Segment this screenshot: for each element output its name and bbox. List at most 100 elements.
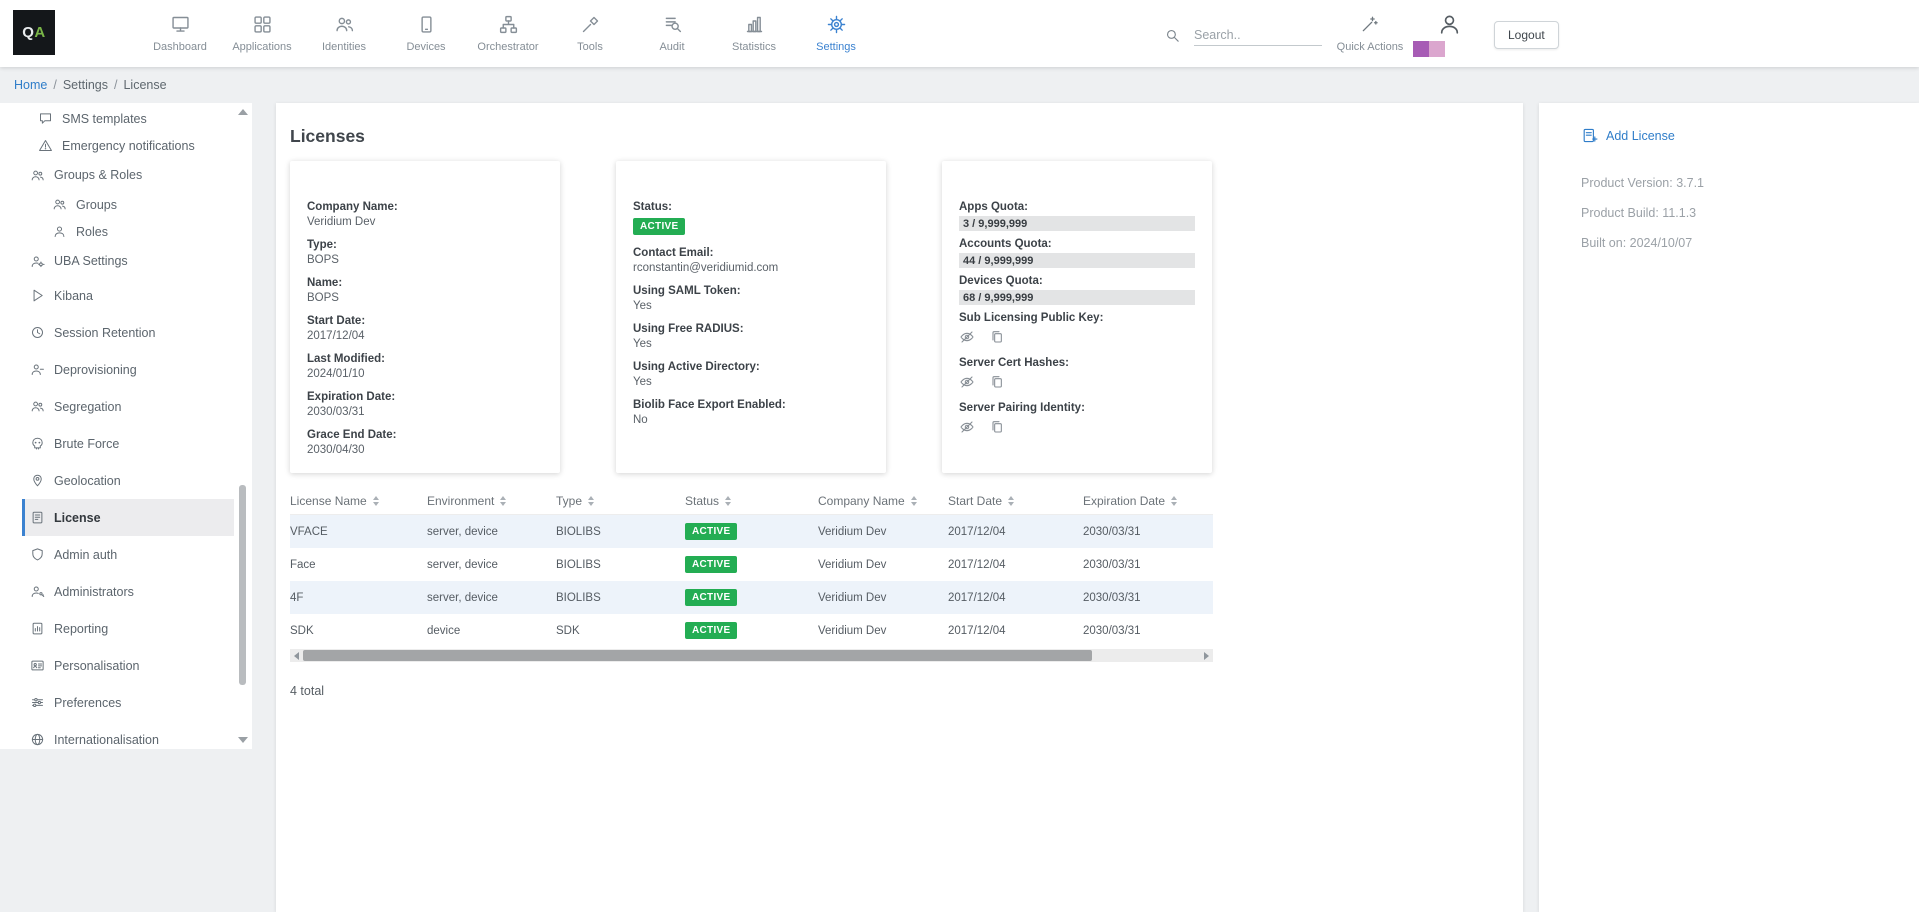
- breadcrumb-separator: /: [53, 78, 56, 92]
- sidebar-scrollbar[interactable]: [238, 107, 248, 745]
- nav-item-devices[interactable]: Devices: [385, 7, 467, 53]
- field-value: 2017/12/04: [307, 330, 543, 342]
- logout-button[interactable]: Logout: [1494, 21, 1559, 49]
- column-header-type[interactable]: Type: [556, 494, 685, 508]
- nav-item-settings[interactable]: Settings: [795, 7, 877, 53]
- nav-item-statistics[interactable]: Statistics: [713, 7, 795, 53]
- copy-icon[interactable]: [989, 329, 1005, 345]
- sidebar-item-sms-templates[interactable]: SMS templates: [22, 105, 234, 132]
- sidebar-item-personalisation[interactable]: Personalisation: [22, 647, 234, 684]
- breadcrumb: Home / Settings / License: [0, 67, 1919, 103]
- eye-off-icon[interactable]: [959, 329, 975, 345]
- nav-label: Dashboard: [153, 41, 207, 53]
- column-header-environment[interactable]: Environment: [427, 494, 556, 508]
- shield-icon: [30, 547, 45, 562]
- app-logo[interactable]: Q A: [13, 10, 55, 55]
- scrollbar-track[interactable]: [303, 649, 1200, 662]
- dashboard-icon: [170, 14, 191, 35]
- warning-triangle-icon: [38, 138, 53, 153]
- table-row[interactable]: SDK device SDK ACTIVE Veridium Dev 2017/…: [290, 614, 1213, 647]
- sidebar-item-preferences[interactable]: Preferences: [22, 684, 234, 721]
- cell-start-date: 2017/12/04: [948, 625, 1083, 637]
- sidebar-item-kibana[interactable]: Kibana: [22, 277, 234, 314]
- breadcrumb-settings[interactable]: Settings: [63, 78, 108, 92]
- sidebar-item-session-retention[interactable]: Session Retention: [22, 314, 234, 351]
- scroll-down-arrow-icon[interactable]: [238, 737, 248, 743]
- nav-item-dashboard[interactable]: Dashboard: [139, 7, 221, 53]
- breadcrumb-separator: /: [114, 78, 117, 92]
- eye-off-icon[interactable]: [959, 419, 975, 435]
- nav-item-tools[interactable]: Tools: [549, 7, 631, 53]
- sidebar-item-reporting[interactable]: Reporting: [22, 610, 234, 647]
- nav-item-audit[interactable]: Audit: [631, 7, 713, 53]
- breadcrumb-home[interactable]: Home: [14, 78, 47, 92]
- quota-label: Accounts Quota:: [959, 238, 1195, 250]
- secret-label: Server Pairing Identity:: [959, 402, 1195, 414]
- column-label: License Name: [290, 494, 367, 508]
- table-row[interactable]: 4F server, device BIOLIBS ACTIVE Veridiu…: [290, 581, 1213, 614]
- sidebar-item-groups[interactable]: Groups: [22, 191, 234, 218]
- sidebar-item-segregation[interactable]: Segregation: [22, 388, 234, 425]
- sidebar-item-label: Admin auth: [54, 548, 117, 562]
- column-header-expiration-date[interactable]: Expiration Date: [1083, 494, 1213, 508]
- sidebar-item-internationalisation[interactable]: Internationalisation: [22, 721, 234, 749]
- sidebar-item-emergency-notifications[interactable]: Emergency notifications: [22, 132, 234, 159]
- scrollbar-thumb[interactable]: [303, 650, 1092, 661]
- magic-wand-icon: [1360, 14, 1380, 34]
- user-avatar-icon[interactable]: [1437, 12, 1462, 37]
- nav-item-identities[interactable]: Identities: [303, 7, 385, 53]
- scroll-up-arrow-icon[interactable]: [238, 109, 248, 115]
- status-badge: ACTIVE: [685, 556, 737, 573]
- sidebar-item-license[interactable]: License: [22, 499, 234, 536]
- column-header-status[interactable]: Status: [685, 494, 818, 508]
- table-row[interactable]: Face server, device BIOLIBS ACTIVE Verid…: [290, 548, 1213, 581]
- sidebar-item-brute-force[interactable]: Brute Force: [22, 425, 234, 462]
- clock-icon: [30, 325, 45, 340]
- quota-value: 3 / 9,999,999: [963, 218, 1027, 230]
- table-horizontal-scrollbar[interactable]: [290, 649, 1213, 662]
- column-header-license-name[interactable]: License Name: [290, 494, 427, 508]
- sidebar-item-administrators[interactable]: Administrators: [22, 573, 234, 610]
- eye-off-icon[interactable]: [959, 374, 975, 390]
- sidebar-item-geolocation[interactable]: Geolocation: [22, 462, 234, 499]
- search-input[interactable]: [1194, 24, 1322, 46]
- copy-icon[interactable]: [989, 419, 1005, 435]
- sidebar-item-groups-roles[interactable]: Groups & Roles: [22, 159, 234, 191]
- column-header-company-name[interactable]: Company Name: [818, 494, 948, 508]
- settings-gear-icon: [826, 14, 847, 35]
- sidebar-item-roles[interactable]: Roles: [22, 218, 234, 245]
- chat-bubble-icon: [38, 111, 53, 126]
- pink-swatch[interactable]: [1429, 41, 1445, 57]
- field-value: Yes: [633, 300, 869, 312]
- nav-item-applications[interactable]: Applications: [221, 7, 303, 53]
- sidebar-item-deprovisioning[interactable]: Deprovisioning: [22, 351, 234, 388]
- add-license-button[interactable]: Add License: [1581, 127, 1919, 144]
- license-details-card: Company Name: Veridium Dev Type: BOPS Na…: [290, 161, 560, 473]
- sidebar-item-uba-settings[interactable]: UBA Settings: [22, 245, 234, 277]
- copy-icon[interactable]: [989, 374, 1005, 390]
- field-value: Veridium Dev: [307, 216, 543, 228]
- identities-icon: [334, 14, 355, 35]
- cell-start-date: 2017/12/04: [948, 592, 1083, 604]
- column-header-start-date[interactable]: Start Date: [948, 494, 1083, 508]
- accounts-quota-bar: 44 / 9,999,999: [959, 253, 1195, 268]
- sidebar-item-label: Deprovisioning: [54, 363, 137, 377]
- column-label: Start Date: [948, 494, 1002, 508]
- person-gear-icon: [30, 254, 45, 269]
- scroll-right-arrow-icon[interactable]: [1200, 649, 1213, 662]
- table-row[interactable]: VFACE server, device BIOLIBS ACTIVE Veri…: [290, 515, 1213, 548]
- quota-label: Devices Quota:: [959, 275, 1195, 287]
- sidebar-scrollbar-thumb[interactable]: [239, 485, 246, 685]
- scroll-left-arrow-icon[interactable]: [290, 649, 303, 662]
- purple-swatch[interactable]: [1413, 41, 1429, 57]
- search-icon[interactable]: [1164, 27, 1181, 44]
- built-on: Built on: 2024/10/07: [1581, 228, 1919, 258]
- field-label: Contact Email:: [633, 247, 869, 259]
- cell-license-name: 4F: [290, 592, 427, 604]
- apps-quota-bar: 3 / 9,999,999: [959, 216, 1195, 231]
- quick-actions-button[interactable]: Quick Actions: [1330, 7, 1410, 53]
- nav-item-orchestrator[interactable]: Orchestrator: [467, 7, 549, 53]
- audit-icon: [662, 14, 683, 35]
- field-value: 2024/01/10: [307, 368, 543, 380]
- sidebar-item-admin-auth[interactable]: Admin auth: [22, 536, 234, 573]
